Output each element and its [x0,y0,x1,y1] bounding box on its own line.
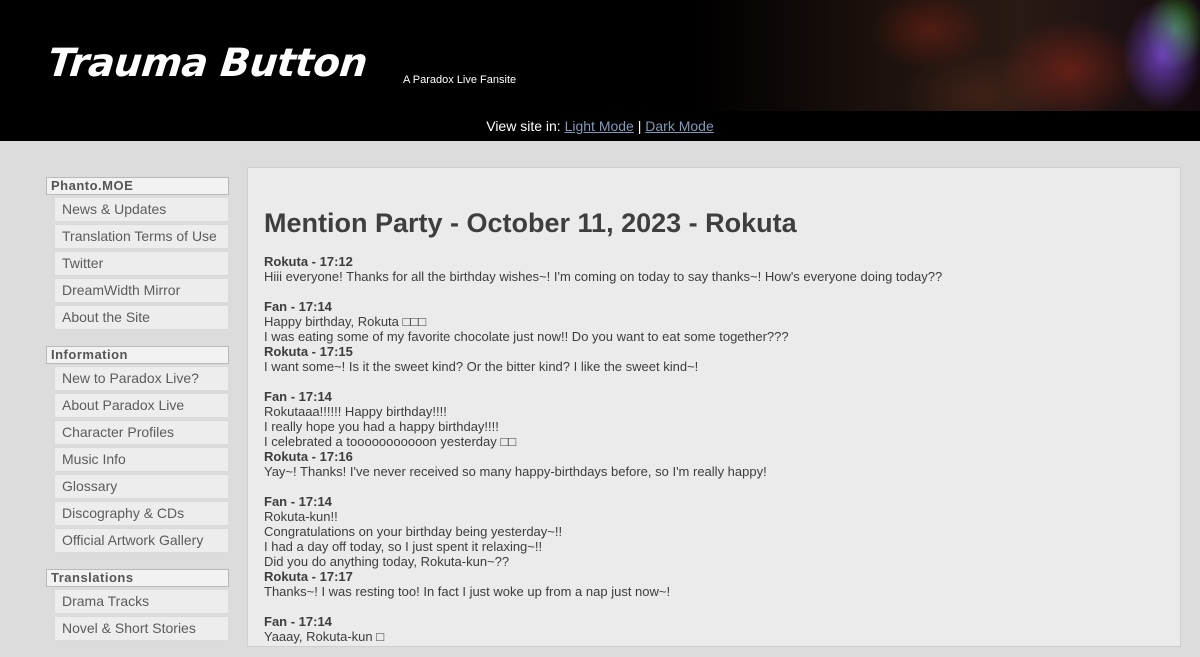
chat-block: Fan - 17:14 Rokuta-kun!! Congratulations o… [264,494,1180,599]
nav-list: News & Updates Translation Terms of Use Tw… [46,197,229,330]
sidebar-item-official-artwork-gallery[interactable]: Official Artwork Gallery [54,528,229,553]
sidebar-item-about-the-site[interactable]: About the Site [54,305,229,330]
main-content: Mention Party - October 11, 2023 - Rokut… [247,167,1181,647]
sidebar-item-dreamwidth-mirror[interactable]: DreamWidth Mirror [54,278,229,303]
chat-log: Rokuta - 17:12 Hiii everyone! Thanks for … [264,254,1180,644]
message-speaker: Rokuta - 17:17 [264,569,353,584]
sidebar-item-link[interactable]: New to Paradox Live? [55,367,228,390]
site-tagline: A Paradox Live Fansite [403,74,517,86]
sidebar-item-link[interactable]: Official Artwork Gallery [55,529,228,552]
message-line: I want some~! Is it the sweet kind? Or t… [264,359,699,374]
message-line: Yaaay, Rokuta-kun □ [264,629,385,644]
sidebar-nav: Phanto.MOE News & Updates Translation Term… [46,177,229,657]
sidebar-item-character-profiles[interactable]: Character Profiles [54,420,229,445]
sidebar-item-link[interactable]: About Paradox Live [55,394,228,417]
message-line: Thanks~! I was resting too! In fact I ju… [264,584,671,599]
sidebar-item-link[interactable]: Character Profiles [55,421,228,444]
dark-mode-link[interactable]: Dark Mode [645,118,713,134]
sidebar-item-link[interactable]: Discography & CDs [55,502,228,525]
message-line: I celebrated a tooooooooooon yesterday □… [264,434,517,449]
message-speaker: Fan - 17:14 [264,389,332,404]
message-speaker: Fan - 17:14 [264,299,332,314]
sidebar-item-drama-tracks[interactable]: Drama Tracks [54,589,229,614]
sidebar-item-discography-cds[interactable]: Discography & CDs [54,501,229,526]
sidebar-item-novel-short-stories[interactable]: Novel & Short Stories [54,616,229,641]
message-speaker: Rokuta - 17:12 [264,254,353,269]
sidebar-item-link[interactable]: Novel & Short Stories [55,617,228,640]
chat-block: Rokuta - 17:12 Hiii everyone! Thanks for … [264,254,1180,284]
sidebar-item-link[interactable]: About the Site [55,306,228,329]
sidebar-item-link[interactable]: Drama Tracks [55,590,228,613]
sidebar-item-link[interactable]: Glossary [55,475,228,498]
nav-heading: Information [46,346,229,364]
nav-list: New to Paradox Live? About Paradox Live Ch… [46,366,229,553]
nav-heading: Phanto.MOE [46,177,229,195]
message-line: Hiii everyone! Thanks for all the birthd… [264,269,943,284]
message-line: Did you do anything today, Rokuta-kun~?? [264,554,510,569]
message-speaker: Rokuta - 17:16 [264,449,353,464]
site-title[interactable]: Trauma Button [46,41,370,86]
view-mode-prefix: View site in: [486,118,561,134]
chat-block: Fan - 17:14 Happy birthday, Rokuta □□□ I w… [264,299,1180,374]
sidebar-item-new-to-paradox-live[interactable]: New to Paradox Live? [54,366,229,391]
sidebar-item-link[interactable]: DreamWidth Mirror [55,279,228,302]
nav-group-information: Information New to Paradox Live? About Par… [46,346,229,553]
message-line: Happy birthday, Rokuta □□□ [264,314,427,329]
message-line: Rokuta-kun!! [264,509,338,524]
sidebar-item-link[interactable]: Translation Terms of Use [55,225,228,248]
nav-heading: Translations [46,569,229,587]
light-mode-link[interactable]: Light Mode [565,118,634,134]
message-speaker: Fan - 17:14 [264,494,332,509]
sidebar-item-music-info[interactable]: Music Info [54,447,229,472]
message-line: Congratulations on your birthday being y… [264,524,563,539]
chat-block: Fan - 17:14 Yaaay, Rokuta-kun □ [264,614,1180,644]
sidebar-item-translation-terms-of-use[interactable]: Translation Terms of Use [54,224,229,249]
message-line: I was eating some of my favorite chocola… [264,329,789,344]
sidebar-item-glossary[interactable]: Glossary [54,474,229,499]
chat-block: Fan - 17:14 Rokutaaa!!!!!! Happy birthday… [264,389,1180,479]
message-line: I really hope you had a happy birthday!!… [264,419,499,434]
message-line: Rokutaaa!!!!!! Happy birthday!!!! [264,404,447,419]
sidebar-item-link[interactable]: Twitter [55,252,228,275]
message-speaker: Fan - 17:14 [264,614,332,629]
mode-separator: | [637,118,642,134]
entry-title: Mention Party - October 11, 2023 - Rokut… [264,208,797,238]
site-header: Trauma Button A Paradox Live Fansite [0,0,1200,111]
sidebar-item-news-updates[interactable]: News & Updates [54,197,229,222]
message-speaker: Rokuta - 17:15 [264,344,353,359]
message-line: I had a day off today, so I just spent i… [264,539,543,554]
sidebar-item-link[interactable]: Music Info [55,448,228,471]
nav-group-translations: Translations Drama Tracks Novel & Short St… [46,569,229,641]
view-mode-bar: View site in: Light Mode | Dark Mode [0,111,1200,141]
message-line: Yay~! Thanks! I've never received so man… [264,464,767,479]
nav-list: Drama Tracks Novel & Short Stories [46,589,229,641]
sidebar-item-twitter[interactable]: Twitter [54,251,229,276]
sidebar-item-link[interactable]: News & Updates [55,198,228,221]
sidebar-item-about-paradox-live[interactable]: About Paradox Live [54,393,229,418]
nav-group-phanto-moe: Phanto.MOE News & Updates Translation Term… [46,177,229,330]
